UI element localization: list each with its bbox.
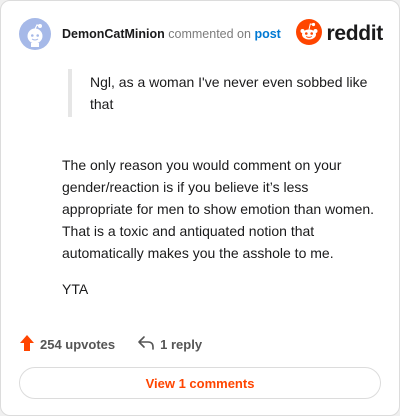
comment-header: DemonCatMinion commented on post reddit [19,18,383,50]
quoted-text: Ngl, as a woman I've never even sobbed l… [68,69,380,117]
reply-arrow-icon [137,335,155,354]
reddit-logo-icon [296,18,323,50]
post-link[interactable]: post [254,27,280,41]
comment-body: The only reason you would comment on you… [62,154,382,314]
reddit-wordmark: reddit [326,22,383,45]
commented-on-text: commented on [168,27,251,41]
upvote-count: 254 upvotes [40,337,116,352]
comment-meta: DemonCatMinion commented on post [62,27,281,41]
comment-card: DemonCatMinion commented on post reddit [0,0,400,416]
username[interactable]: DemonCatMinion [62,27,165,41]
reddit-brand[interactable]: reddit [296,18,383,50]
upvote-button[interactable]: 254 upvotes [19,334,115,355]
upvote-arrow-icon [19,334,35,355]
comment-actions: 254 upvotes 1 reply [19,334,202,355]
comment-paragraph: The only reason you would comment on you… [62,157,375,261]
reply-count: 1 reply [160,337,203,352]
view-comments-button[interactable]: View 1 comments [19,367,381,399]
reply-button[interactable]: 1 reply [137,335,202,354]
snoo-avatar-icon[interactable] [19,18,51,50]
comment-paragraph: YTA [62,281,89,297]
